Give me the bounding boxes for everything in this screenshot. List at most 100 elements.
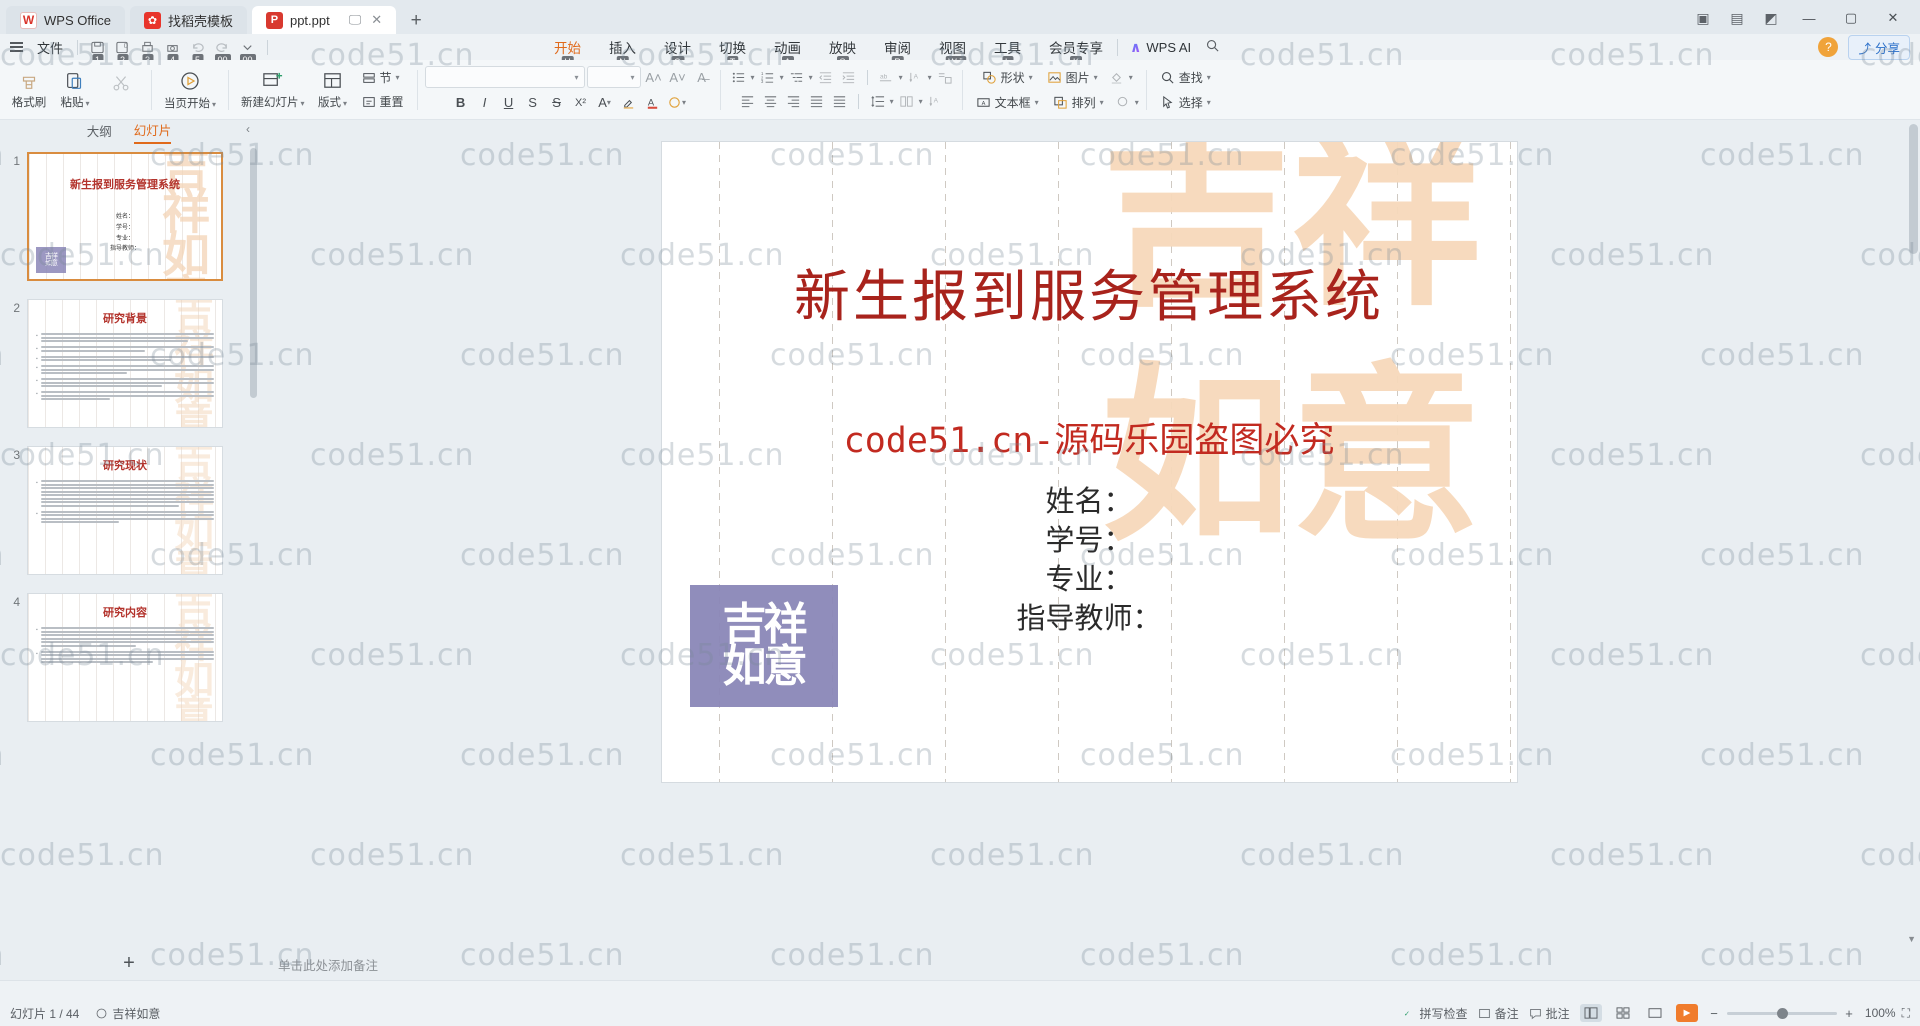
chevron-down-icon[interactable]: ▾ bbox=[751, 73, 755, 82]
redo-icon[interactable]: 00 bbox=[211, 37, 234, 67]
zoom-in-button[interactable]: + bbox=[1843, 1006, 1856, 1021]
find-button[interactable]: 查找 ▾ bbox=[1154, 67, 1217, 88]
justify-icon[interactable] bbox=[806, 92, 827, 112]
chevron-down-icon[interactable]: ▾ bbox=[928, 73, 932, 82]
chevron-down-icon[interactable]: ▾ bbox=[899, 73, 903, 82]
line-spacing-icon[interactable] bbox=[867, 92, 888, 112]
tab-outline[interactable]: 大纲 bbox=[87, 121, 112, 143]
spellcheck-button[interactable]: ✓ 拼写检查 bbox=[1403, 1005, 1467, 1022]
font-name-input[interactable]: ▾ bbox=[424, 66, 585, 88]
editor-vertical-scrollbar[interactable]: ▲ ▼ bbox=[1907, 106, 1918, 946]
align-text-icon[interactable]: A bbox=[905, 68, 926, 88]
clear-format-button[interactable]: A̶ bbox=[691, 67, 713, 88]
paste-button[interactable]: 粘贴 ▾ bbox=[52, 68, 98, 112]
text-shadow-button[interactable]: S bbox=[522, 92, 544, 113]
distribute-icon[interactable] bbox=[829, 92, 850, 112]
undo-icon[interactable]: 5 bbox=[186, 37, 209, 67]
wps-ai-button[interactable]: ∧ WPS AI bbox=[1117, 38, 1191, 56]
arrange-button[interactable]: 排列 ▾ bbox=[1047, 92, 1110, 113]
help-icon[interactable]: ? bbox=[1818, 37, 1839, 57]
decrease-indent-icon[interactable] bbox=[815, 68, 836, 88]
superscript-button[interactable]: X² bbox=[570, 92, 592, 113]
align-center-icon[interactable] bbox=[760, 92, 781, 112]
text-box-button[interactable]: A 文本框 ▾ bbox=[970, 92, 1045, 113]
menu-tab-animation[interactable]: 动画 A bbox=[760, 35, 815, 69]
window-minimize-button[interactable]: — bbox=[1790, 5, 1828, 31]
thumbnail-row[interactable]: 1 吉祥如意 新生报到服务管理系统 姓名： 学号： 专业： 指导教师： 吉祥如意 bbox=[0, 152, 258, 281]
menu-tab-transition[interactable]: 切换 T bbox=[705, 35, 760, 69]
print-preview-icon[interactable]: 4 bbox=[161, 37, 184, 67]
chevron-down-icon[interactable]: ▾ bbox=[890, 97, 894, 106]
numbering-icon[interactable]: 123 bbox=[757, 68, 778, 88]
slide-title-text[interactable]: 新生报到服务管理系统 bbox=[662, 252, 1517, 333]
normal-view-icon[interactable] bbox=[1579, 1004, 1602, 1022]
notes-pane[interactable]: 单击此处添加备注 bbox=[258, 948, 1920, 980]
zoom-control[interactable]: − + 100% ⛶ bbox=[1708, 1006, 1910, 1021]
highlighter-icon[interactable] bbox=[618, 92, 640, 113]
scrollbar-thumb[interactable] bbox=[1909, 124, 1918, 254]
bold-button[interactable]: B bbox=[450, 92, 472, 113]
slide-canvas[interactable]: 吉祥 如意 新生报到服务管理系统 code51.cn-源码乐园盗图必究 姓名： … bbox=[661, 142, 1517, 782]
bullets-icon[interactable] bbox=[728, 68, 749, 88]
zoom-slider-track[interactable] bbox=[1726, 1007, 1837, 1019]
notes-button[interactable]: 备注 bbox=[1478, 1005, 1519, 1022]
chevron-down-icon[interactable]: ▾ bbox=[1135, 98, 1139, 107]
chevron-left-icon[interactable]: ‹ bbox=[246, 122, 250, 136]
menu-tab-tools[interactable]: 工具 L bbox=[980, 35, 1035, 69]
italic-button[interactable]: I bbox=[474, 92, 496, 113]
new-slide-button[interactable]: 新建幻灯片 ▾ bbox=[236, 67, 310, 112]
theme-status[interactable]: 吉祥如意 bbox=[95, 1005, 160, 1022]
menu-tab-slideshow[interactable]: 放映 S bbox=[815, 35, 870, 69]
add-slide-button[interactable]: + bbox=[116, 950, 142, 976]
restore-window-icon[interactable]: ▣ bbox=[1688, 5, 1718, 31]
columns-icon[interactable] bbox=[896, 92, 917, 112]
thumbnail-row[interactable]: 4 吉祥 如意 研究内容 ▪ ▪ bbox=[0, 593, 258, 722]
menu-tab-insert[interactable]: 插入 N bbox=[595, 35, 650, 69]
thumbnail-row[interactable]: 3 吉祥如意 研究现状 ▪ ▪ bbox=[0, 446, 258, 575]
slide-panel-scrollbar[interactable] bbox=[250, 148, 257, 398]
slideshow-icon[interactable] bbox=[1675, 1004, 1698, 1022]
fit-to-window-icon[interactable]: ⛶ bbox=[1902, 1006, 1910, 1021]
layout-button[interactable]: 版式 ▾ bbox=[310, 67, 356, 112]
file-menu-button[interactable]: 文件 F bbox=[31, 38, 966, 69]
new-tab-button[interactable]: + bbox=[403, 8, 429, 34]
zoom-slider-knob[interactable] bbox=[1776, 1007, 1788, 1019]
slide-seal-image[interactable]: 吉祥 如意 bbox=[689, 585, 838, 707]
window-maximize-button[interactable]: ▢ bbox=[1832, 5, 1870, 31]
print-icon[interactable]: 3 bbox=[136, 37, 159, 67]
font-size-input[interactable]: ▾ bbox=[586, 66, 641, 88]
window-close-button[interactable]: ✕ bbox=[1874, 5, 1912, 31]
slide-sorter-icon[interactable] bbox=[1612, 1004, 1634, 1022]
format-painter-button[interactable]: 格式刷 bbox=[6, 68, 52, 112]
sort-icon[interactable]: A bbox=[925, 92, 946, 112]
slide-subtitle-text[interactable]: code51.cn-源码乐园盗图必究 bbox=[662, 412, 1517, 463]
font-color-icon[interactable]: A bbox=[642, 92, 664, 113]
chevron-down-icon[interactable]: ▾ bbox=[780, 73, 784, 82]
shrink-font-button[interactable]: A˅ bbox=[667, 67, 689, 88]
menu-tab-member[interactable]: 会员专享 K bbox=[1035, 35, 1117, 69]
reading-view-icon[interactable] bbox=[1644, 1004, 1666, 1022]
comments-button[interactable]: 批注 bbox=[1529, 1005, 1570, 1022]
chevron-down-icon[interactable]: ▾ bbox=[919, 97, 923, 106]
save-icon[interactable]: 1 bbox=[86, 37, 109, 67]
wordart-icon[interactable]: ▾ bbox=[666, 92, 688, 113]
menu-tab-start[interactable]: 开始 H bbox=[540, 35, 595, 69]
monitor-icon[interactable]: 🖵 bbox=[349, 12, 362, 28]
pictures-button[interactable]: 图片 ▾ bbox=[1041, 67, 1104, 88]
menu-tab-design[interactable]: 设计 G bbox=[650, 35, 705, 69]
cut-button[interactable] bbox=[98, 70, 144, 110]
close-icon[interactable]: ✕ bbox=[371, 12, 382, 28]
chevron-down-icon[interactable]: ▾ bbox=[631, 73, 635, 82]
scroll-down-icon[interactable]: ▼ bbox=[1907, 934, 1916, 944]
increase-indent-icon[interactable] bbox=[838, 68, 859, 88]
thumbnail-row[interactable]: 2 吉祥 如意 研究背景 ▪ ▪ ▪ ▪ ▪ ▪ bbox=[0, 299, 258, 428]
select-button[interactable]: 选择 ▾ bbox=[1154, 92, 1217, 113]
save-as-icon[interactable]: D 2 bbox=[111, 37, 134, 67]
thumbnail-slide-2[interactable]: 吉祥 如意 研究背景 ▪ ▪ ▪ ▪ ▪ ▪ bbox=[27, 299, 223, 428]
strikethrough-button[interactable]: S bbox=[546, 92, 568, 113]
palette-icon[interactable]: ◩ bbox=[1756, 5, 1786, 31]
menu-tab-view[interactable]: 视图 W bbox=[925, 35, 980, 69]
smartart-icon[interactable] bbox=[934, 68, 955, 88]
tab-docer-template[interactable]: ✿ 找稻壳模板 bbox=[129, 6, 247, 34]
customize-qat-icon[interactable]: 00 bbox=[236, 37, 259, 67]
